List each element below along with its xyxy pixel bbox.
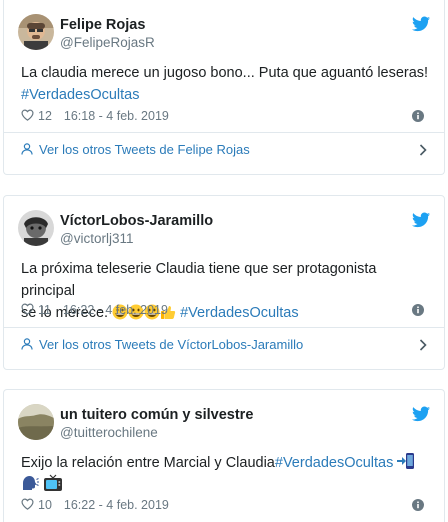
tweet-meta: 10 16:22 - 4 feb. 2019 [21,496,430,514]
author-names[interactable]: VíctorLobos-Jaramillo @victorlj311 [60,212,213,247]
tweet-text-content: La claudia merece un jugoso bono... Puta… [21,65,429,81]
chevron-right-icon[interactable] [419,339,427,351]
avatar[interactable] [18,210,54,246]
timestamp[interactable]: 16:22 - 4 feb. 2019 [64,498,169,512]
tweet-text-line1: La próxima teleserie Claudia tiene que s… [21,261,377,299]
tweet-header: VíctorLobos-Jaramillo @victorlj311 [4,196,444,246]
tweet-text: La claudia merece un jugoso bono... Puta… [21,62,430,106]
twitter-bird-icon[interactable] [412,212,430,228]
person-icon [21,338,33,350]
more-tweets-label[interactable]: Ver los otros Tweets de Felipe Rojas [39,142,250,157]
tweet-text: Exijo la relación entre Marcial y Claudi… [21,452,430,496]
like-count: 12 [38,109,52,123]
tweet-feed: Felipe Rojas @FelipeRojasR La claudia me… [0,0,448,522]
more-tweets-label[interactable]: Ver los otros Tweets de VíctorLobos-Jara… [39,337,303,352]
info-icon[interactable] [412,304,424,316]
tweet-header: un tuitero común y silvestre @tuitteroch… [4,390,444,440]
heart-icon[interactable] [21,109,34,121]
timestamp[interactable]: 16:22 - 4 feb. 2019 [63,303,168,317]
author-names[interactable]: Felipe Rojas @FelipeRojasR [60,16,155,51]
timestamp[interactable]: 16:18 - 4 feb. 2019 [64,109,169,123]
tweet-header: Felipe Rojas @FelipeRojasR [4,0,444,50]
display-name[interactable]: Felipe Rojas [60,16,155,34]
twitter-bird-icon[interactable] [412,406,430,422]
avatar[interactable] [18,14,54,50]
tweet-meta: 11 16:22 - 4 feb. 2019 [21,301,430,319]
chevron-right-icon[interactable] [419,144,427,156]
heart-icon[interactable] [21,498,34,510]
person-icon [21,143,33,155]
user-handle[interactable]: @FelipeRojasR [60,34,155,51]
user-handle[interactable]: @tuitterochilene [60,424,253,441]
info-icon[interactable] [412,110,424,122]
heart-icon[interactable] [21,303,34,315]
tweet-card[interactable]: VíctorLobos-Jaramillo @victorlj311 La pr… [3,195,445,370]
more-tweets-link[interactable]: Ver los otros Tweets de VíctorLobos-Jara… [4,327,444,363]
info-icon[interactable] [412,499,424,511]
tweet-card[interactable]: Felipe Rojas @FelipeRojasR La claudia me… [3,0,445,175]
more-tweets-link[interactable]: Ver los otros Tweets de Felipe Rojas [4,132,444,168]
hashtag-link[interactable]: #VerdadesOcultas [21,87,140,103]
television-emoji [44,474,63,491]
tweet-text-content: Exijo la relación entre Marcial y Claudi… [21,455,275,471]
tweet-meta: 12 16:18 - 4 feb. 2019 [21,107,430,125]
tweet-card[interactable]: un tuitero común y silvestre @tuitteroch… [3,389,445,522]
user-handle[interactable]: @victorlj311 [60,230,213,247]
avatar[interactable] [18,404,54,440]
author-names[interactable]: un tuitero común y silvestre @tuitteroch… [60,406,253,441]
mobile-phone-arrow-emoji [397,453,415,469]
speaking-head-emoji [23,476,39,490]
display-name[interactable]: VíctorLobos-Jaramillo [60,212,213,230]
like-count: 11 [38,303,51,317]
hashtag-link[interactable]: #VerdadesOcultas [275,455,394,471]
like-count: 10 [38,498,52,512]
display-name[interactable]: un tuitero común y silvestre [60,406,253,424]
twitter-bird-icon[interactable] [412,16,430,32]
